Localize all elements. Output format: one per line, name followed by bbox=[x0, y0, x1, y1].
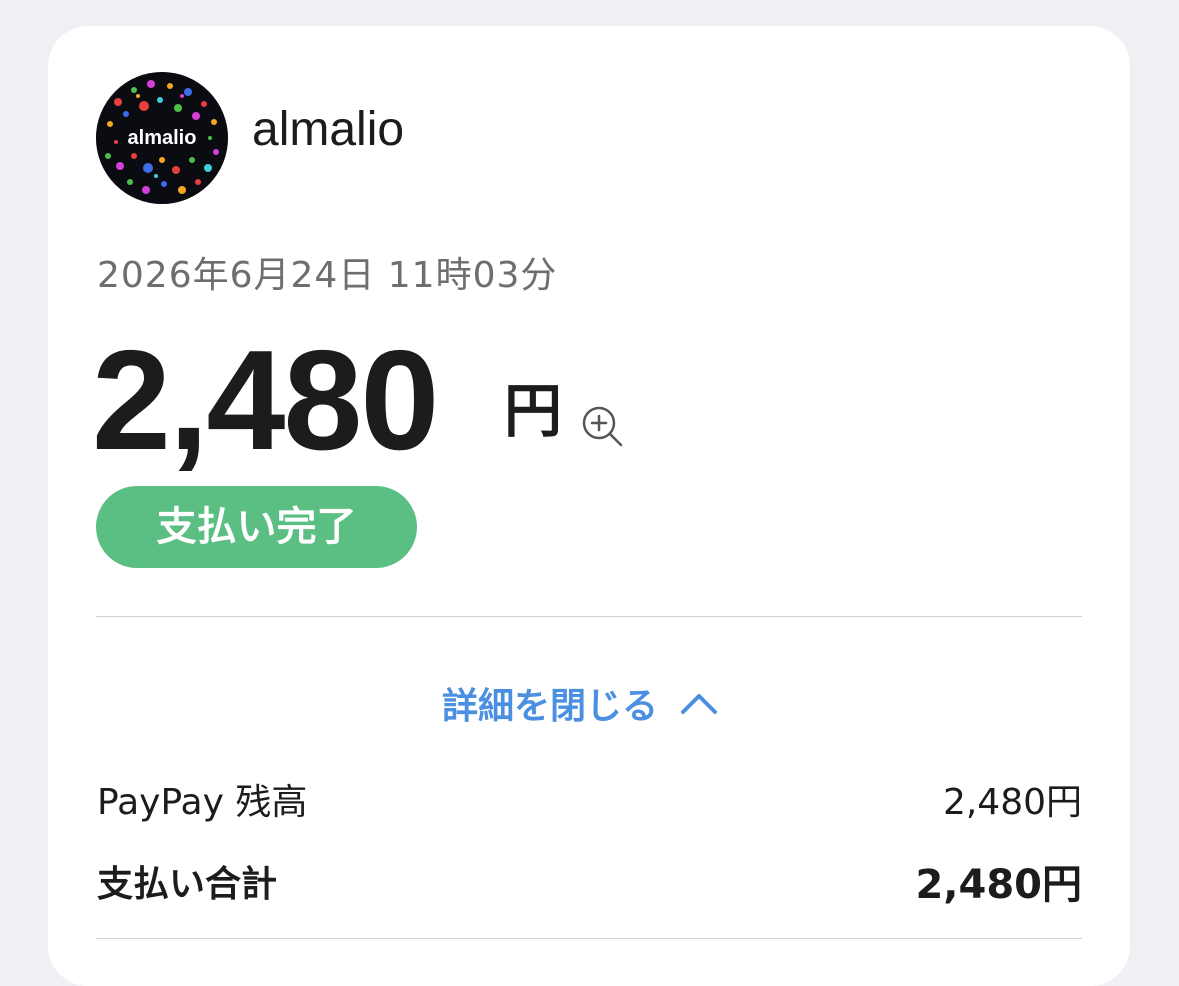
detail-value: 2,480円 bbox=[915, 862, 1082, 908]
zoom-in-icon[interactable] bbox=[580, 404, 624, 448]
close-details-button[interactable]: 詳細を閉じる bbox=[442, 678, 718, 728]
divider bbox=[96, 938, 1082, 939]
divider bbox=[96, 616, 1082, 617]
detail-label: 支払い合計 bbox=[97, 864, 278, 905]
merchant-logo-text: almalio bbox=[128, 127, 197, 149]
amount-currency: 円 bbox=[504, 377, 563, 445]
payment-datetime: 2026年6月24日 11時03分 bbox=[97, 255, 558, 296]
detail-row-paypay-balance: PayPay 残高 2,480円 bbox=[97, 778, 1082, 828]
detail-value: 2,480円 bbox=[942, 782, 1082, 823]
payment-status-badge: 支払い完了 bbox=[96, 486, 417, 568]
chevron-up-icon bbox=[681, 694, 718, 714]
merchant-avatar: almalio bbox=[96, 72, 228, 204]
close-details-label: 詳細を閉じる bbox=[442, 686, 659, 727]
detail-row-payment-total: 支払い合計 2,480円 bbox=[97, 860, 1082, 910]
payment-receipt-card: almalio almalio 2026年6月24日 11時03分 2,480 … bbox=[48, 26, 1130, 986]
detail-label: PayPay 残高 bbox=[97, 782, 308, 823]
merchant-logo: almalio bbox=[96, 72, 228, 204]
amount-value: 2,480 bbox=[92, 321, 439, 480]
merchant-name: almalio bbox=[252, 103, 405, 156]
